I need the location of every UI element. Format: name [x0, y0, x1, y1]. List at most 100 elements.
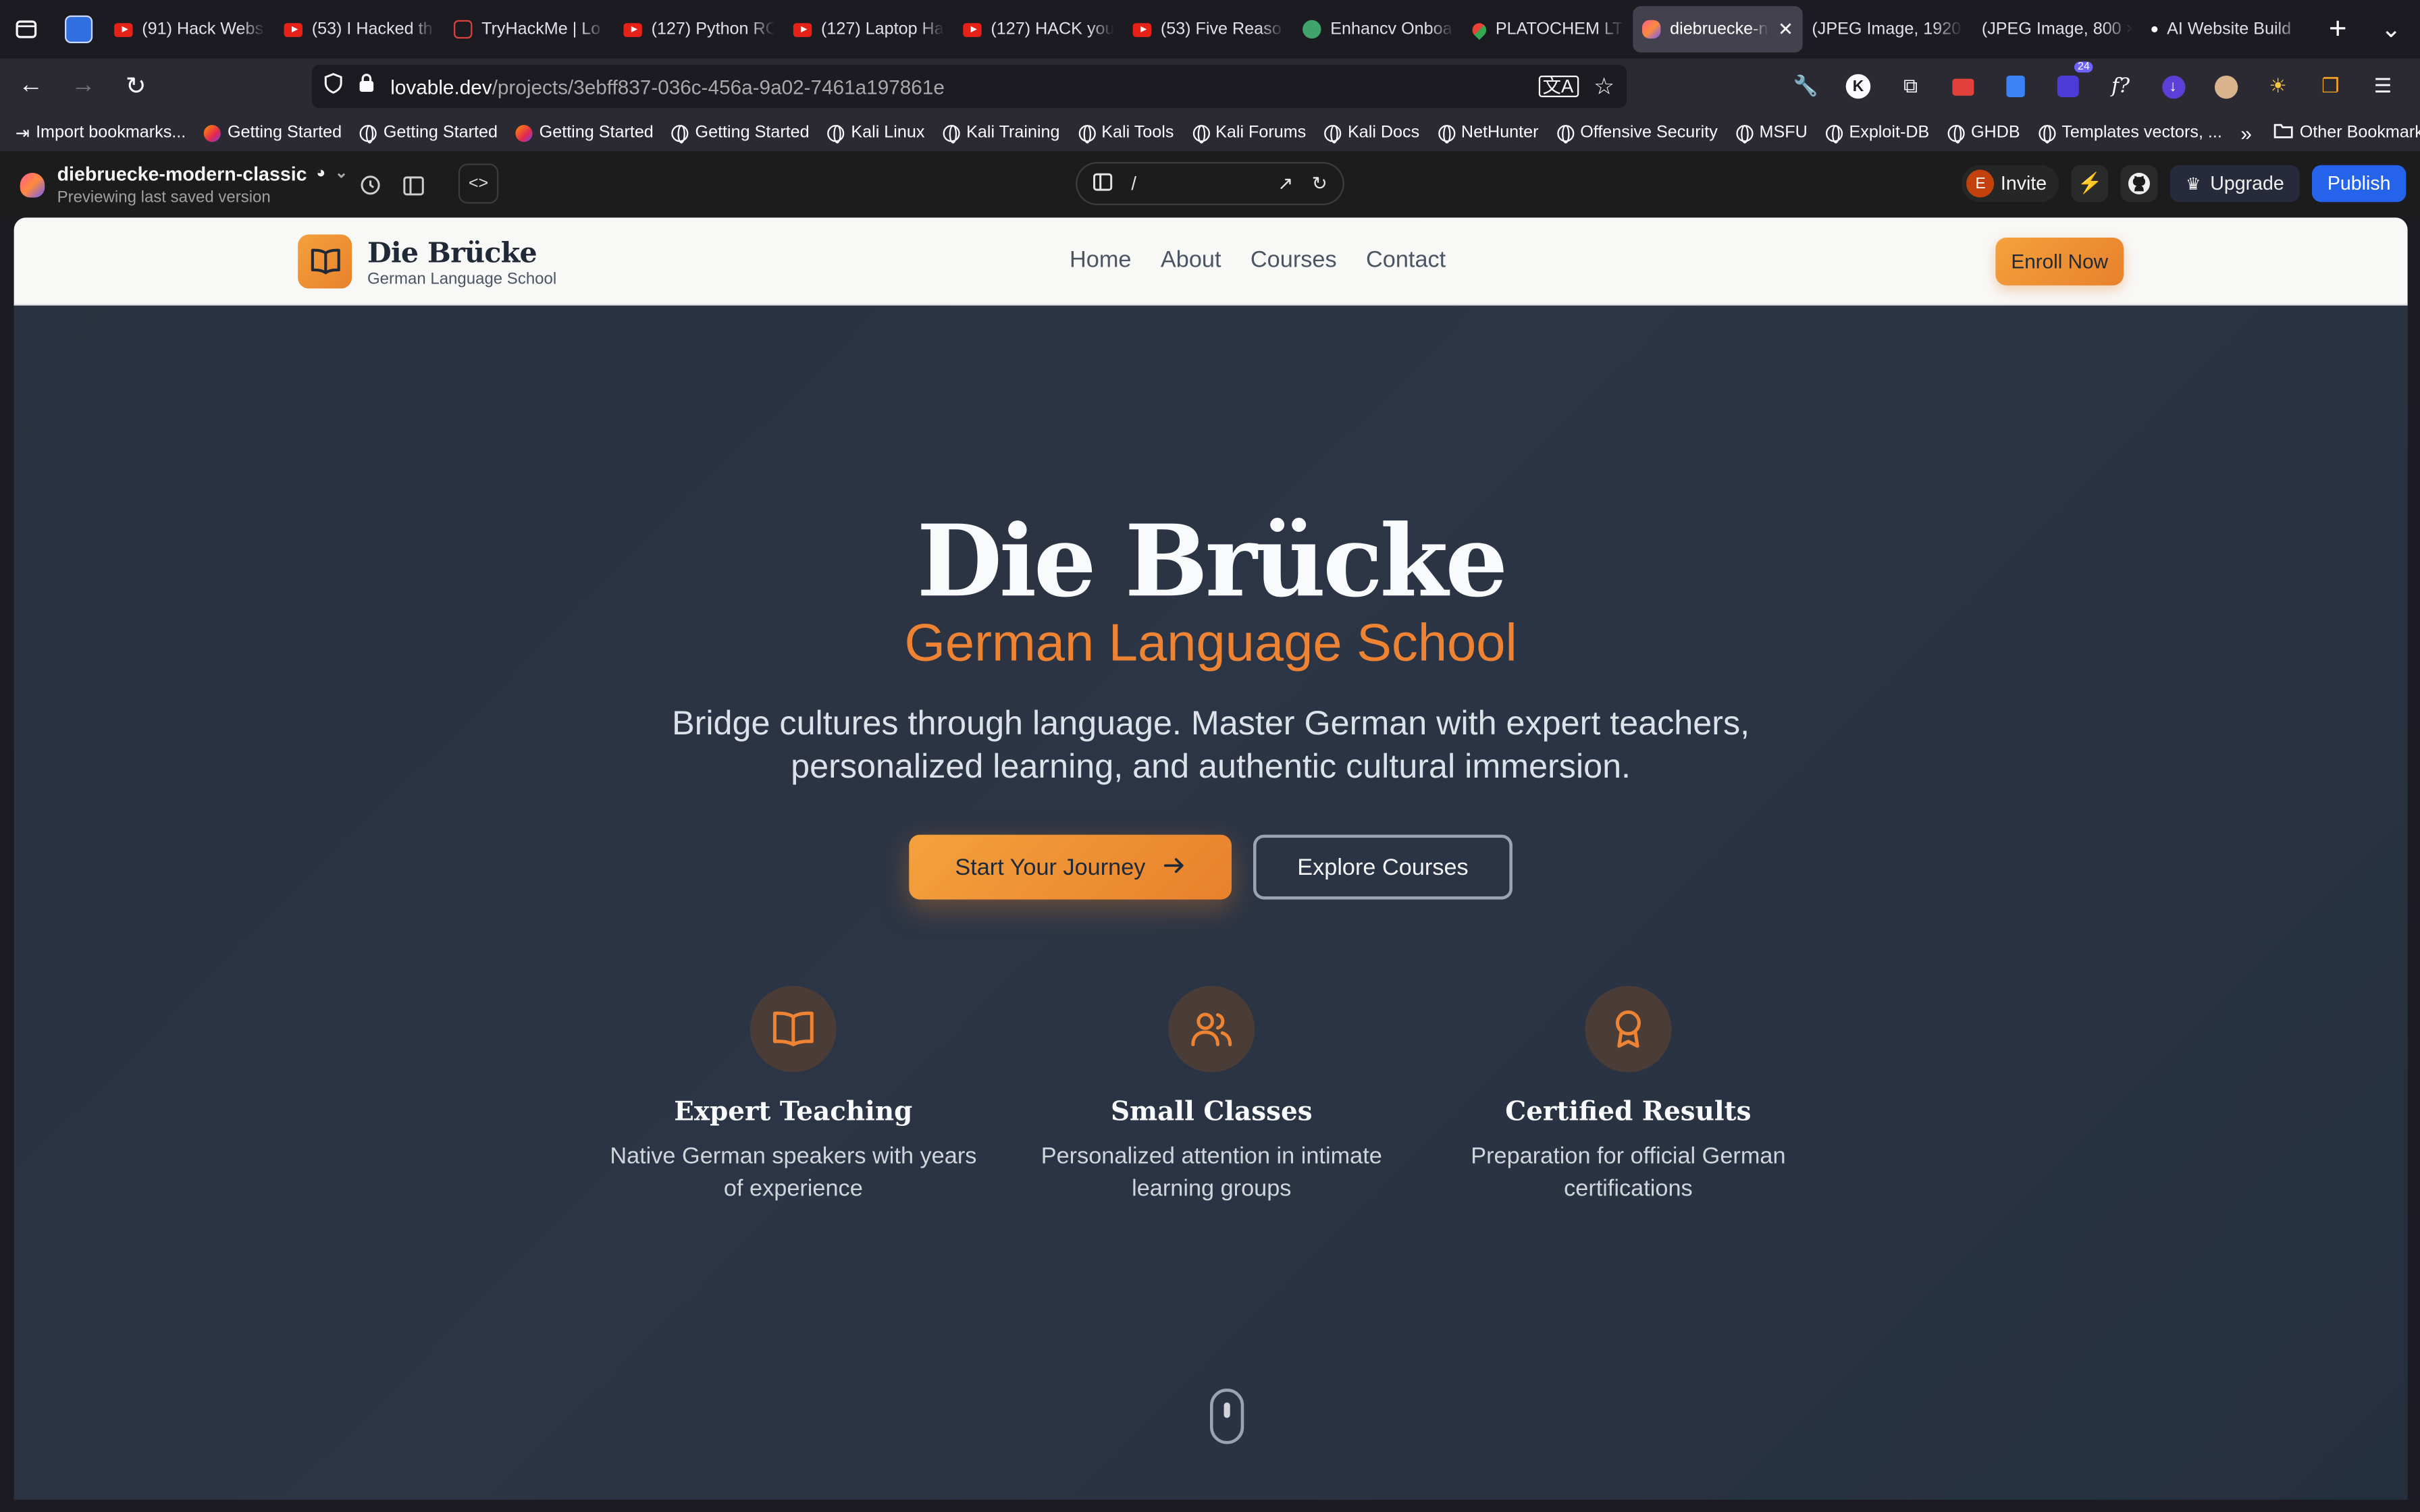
bookmark-item[interactable]: Getting Started	[204, 124, 342, 142]
explore-courses-button[interactable]: Explore Courses	[1253, 834, 1512, 900]
nav-courses[interactable]: Courses	[1251, 247, 1337, 273]
browser-tab[interactable]: (53) Five Reaso	[1124, 6, 1293, 53]
back-arrow-icon[interactable]: ←	[6, 61, 55, 111]
upgrade-button[interactable]: ♛ Upgrade	[2170, 165, 2300, 202]
invite-button[interactable]: E Invite	[1962, 165, 2059, 202]
menu-hamburger-icon[interactable]: ☰	[2367, 71, 2398, 102]
project-info[interactable]: diebruecke-modern-classic ◕ ⌄ Previewing l…	[57, 163, 348, 206]
project-chevron-down-icon[interactable]: ⌄	[335, 165, 348, 182]
bookmark-item[interactable]: MSFU	[1736, 124, 1808, 143]
close-tab-icon[interactable]: ✕	[1778, 18, 1793, 40]
navigation-bar: ← → ↻ lovable.dev/projects/3ebff837-036c…	[0, 58, 2420, 115]
browser-tab[interactable]: (127) HACK you	[954, 6, 1124, 53]
screenshot-icon[interactable]	[1948, 71, 1979, 102]
reload-icon[interactable]: ↻	[111, 61, 161, 111]
preview-status: Previewing last saved version	[57, 187, 271, 207]
browser-tab[interactable]: Enhancv Onboa	[1293, 6, 1463, 53]
globe-status-icon: ◕	[316, 165, 326, 182]
tab-list-chevron-icon[interactable]: ⌄	[2381, 14, 2402, 45]
puzzle-icon[interactable]: ⧉	[1895, 71, 1926, 102]
enroll-now-button[interactable]: Enroll Now	[1995, 237, 2124, 286]
nav-contact[interactable]: Contact	[1366, 247, 1446, 273]
other-bookmarks[interactable]: Other Bookmarks	[2273, 122, 2420, 144]
url-text[interactable]: lovable.dev/projects/3ebff837-036c-456a-…	[390, 75, 1523, 98]
publish-button[interactable]: Publish	[2311, 165, 2406, 202]
browser-tab[interactable]: (127) Python RC	[614, 6, 784, 53]
download-icon[interactable]: ↓	[2157, 71, 2188, 102]
page-icon	[1093, 172, 1113, 195]
bookmark-item[interactable]: Kali Forums	[1192, 124, 1306, 143]
brand-subtitle: German Language School	[367, 269, 557, 289]
browser-tab[interactable]: PLATOCHEM LT	[1463, 6, 1633, 53]
bookmark-item[interactable]: Offensive Security	[1556, 124, 1718, 143]
firefox-icon	[516, 124, 533, 142]
code-view-icon[interactable]: <>	[458, 163, 499, 204]
sun-icon[interactable]: ☀	[2263, 71, 2294, 102]
browser-tab[interactable]: (JPEG Image, 800 ×	[1972, 6, 2142, 53]
shield-icon[interactable]	[324, 72, 342, 101]
browser-tab[interactable]: (127) Laptop Ha	[784, 6, 953, 53]
refresh-preview-icon[interactable]: ↻	[1312, 173, 1327, 194]
formula-icon[interactable]: f?	[2105, 71, 2136, 102]
sidebar-toggle-icon[interactable]	[396, 168, 430, 202]
bookmark-item[interactable]: Kali Tools	[1078, 124, 1174, 143]
firefox-icon	[204, 124, 221, 142]
browser-tab[interactable]: (91) Hack Webs	[105, 6, 274, 53]
hero-description: Bridge cultures through language. Master…	[672, 703, 1750, 786]
k-extension-icon[interactable]: K	[1843, 71, 1874, 102]
lock-icon[interactable]	[358, 72, 375, 100]
lovable-logo-icon[interactable]	[20, 171, 45, 197]
notes-icon[interactable]	[2000, 71, 2031, 102]
pinned-tab[interactable]	[53, 0, 105, 59]
translate-icon[interactable]: 文A	[1537, 75, 1579, 97]
bookmark-item[interactable]: Getting Started	[672, 124, 810, 143]
more-bookmarks-chevron-icon[interactable]: »	[2240, 121, 2252, 144]
brand[interactable]: Die Brücke German Language School	[367, 238, 556, 288]
preview-path[interactable]: /	[1131, 173, 1259, 194]
bookmark-star-icon[interactable]: ☆	[1594, 72, 1614, 101]
youtube-icon	[793, 22, 812, 36]
bookmark-item[interactable]: Getting Started	[360, 124, 498, 143]
globe-icon	[1736, 124, 1754, 143]
forward-arrow-icon[interactable]: →	[59, 61, 108, 111]
bookmark-item[interactable]: Templates vectors, ...	[2038, 124, 2222, 143]
preview-path-bar[interactable]: / ↗ ↻	[1076, 161, 1344, 205]
supabase-icon[interactable]: ⚡	[2071, 165, 2109, 202]
shield-extension-icon[interactable]: 24	[2053, 61, 2093, 102]
globe-icon	[828, 124, 845, 143]
book-open-icon	[749, 986, 837, 1073]
browser-tab[interactable]: TryHackMe | Lo	[444, 6, 614, 53]
wrench-icon[interactable]: 🔧	[1790, 71, 1821, 102]
browser-tab[interactable]: AI Website Build	[2142, 6, 2312, 53]
bookmark-item[interactable]: NetHunter	[1438, 124, 1539, 143]
nav-about[interactable]: About	[1161, 247, 1221, 273]
extensions-area: 🔧 K ⧉ 24 f? ↓ ☀ ❐ ☰	[1790, 61, 2398, 108]
spy-icon[interactable]	[2210, 71, 2241, 102]
bookmark-item[interactable]: Exploit-DB	[1826, 124, 1929, 143]
bookmark-item[interactable]: Kali Linux	[828, 124, 924, 143]
browser-tab[interactable]: (53) I Hacked th	[275, 6, 444, 53]
url-bar[interactable]: lovable.dev/projects/3ebff837-036c-456a-…	[311, 64, 1627, 108]
feature-certified-results: Certified Results Preparation for offici…	[1412, 986, 1844, 1206]
start-journey-button[interactable]: Start Your Journey	[909, 834, 1232, 900]
bookmark-import[interactable]: ⇥ Import bookmarks...	[16, 123, 186, 143]
new-tab-icon[interactable]: +	[2329, 11, 2347, 47]
logo-book-icon[interactable]	[298, 234, 352, 289]
browser-tab-active[interactable]: diebruecke-n ✕	[1633, 6, 1803, 53]
folder-icon	[2273, 122, 2294, 144]
sidebar-extension-icon[interactable]: ❐	[2315, 71, 2346, 102]
tab-overview-icon[interactable]	[0, 0, 53, 59]
nav-home[interactable]: Home	[1070, 247, 1131, 273]
browser-tab[interactable]: (JPEG Image, 1920	[1803, 6, 1972, 53]
scroll-mouse-icon[interactable]	[1209, 1388, 1244, 1444]
bookmark-item[interactable]: Getting Started	[516, 124, 654, 142]
youtube-icon	[963, 22, 982, 36]
bookmark-item[interactable]: Kali Training	[943, 124, 1060, 143]
url-host: lovable.dev	[390, 74, 492, 99]
bookmark-item[interactable]: Kali Docs	[1324, 124, 1419, 143]
github-icon[interactable]	[2120, 165, 2158, 202]
history-icon[interactable]	[353, 168, 387, 202]
site-preview: Die Brücke German Language School Home A…	[14, 217, 2408, 1500]
bookmark-item[interactable]: GHDB	[1947, 124, 2020, 143]
open-external-icon[interactable]: ↗	[1278, 173, 1293, 194]
